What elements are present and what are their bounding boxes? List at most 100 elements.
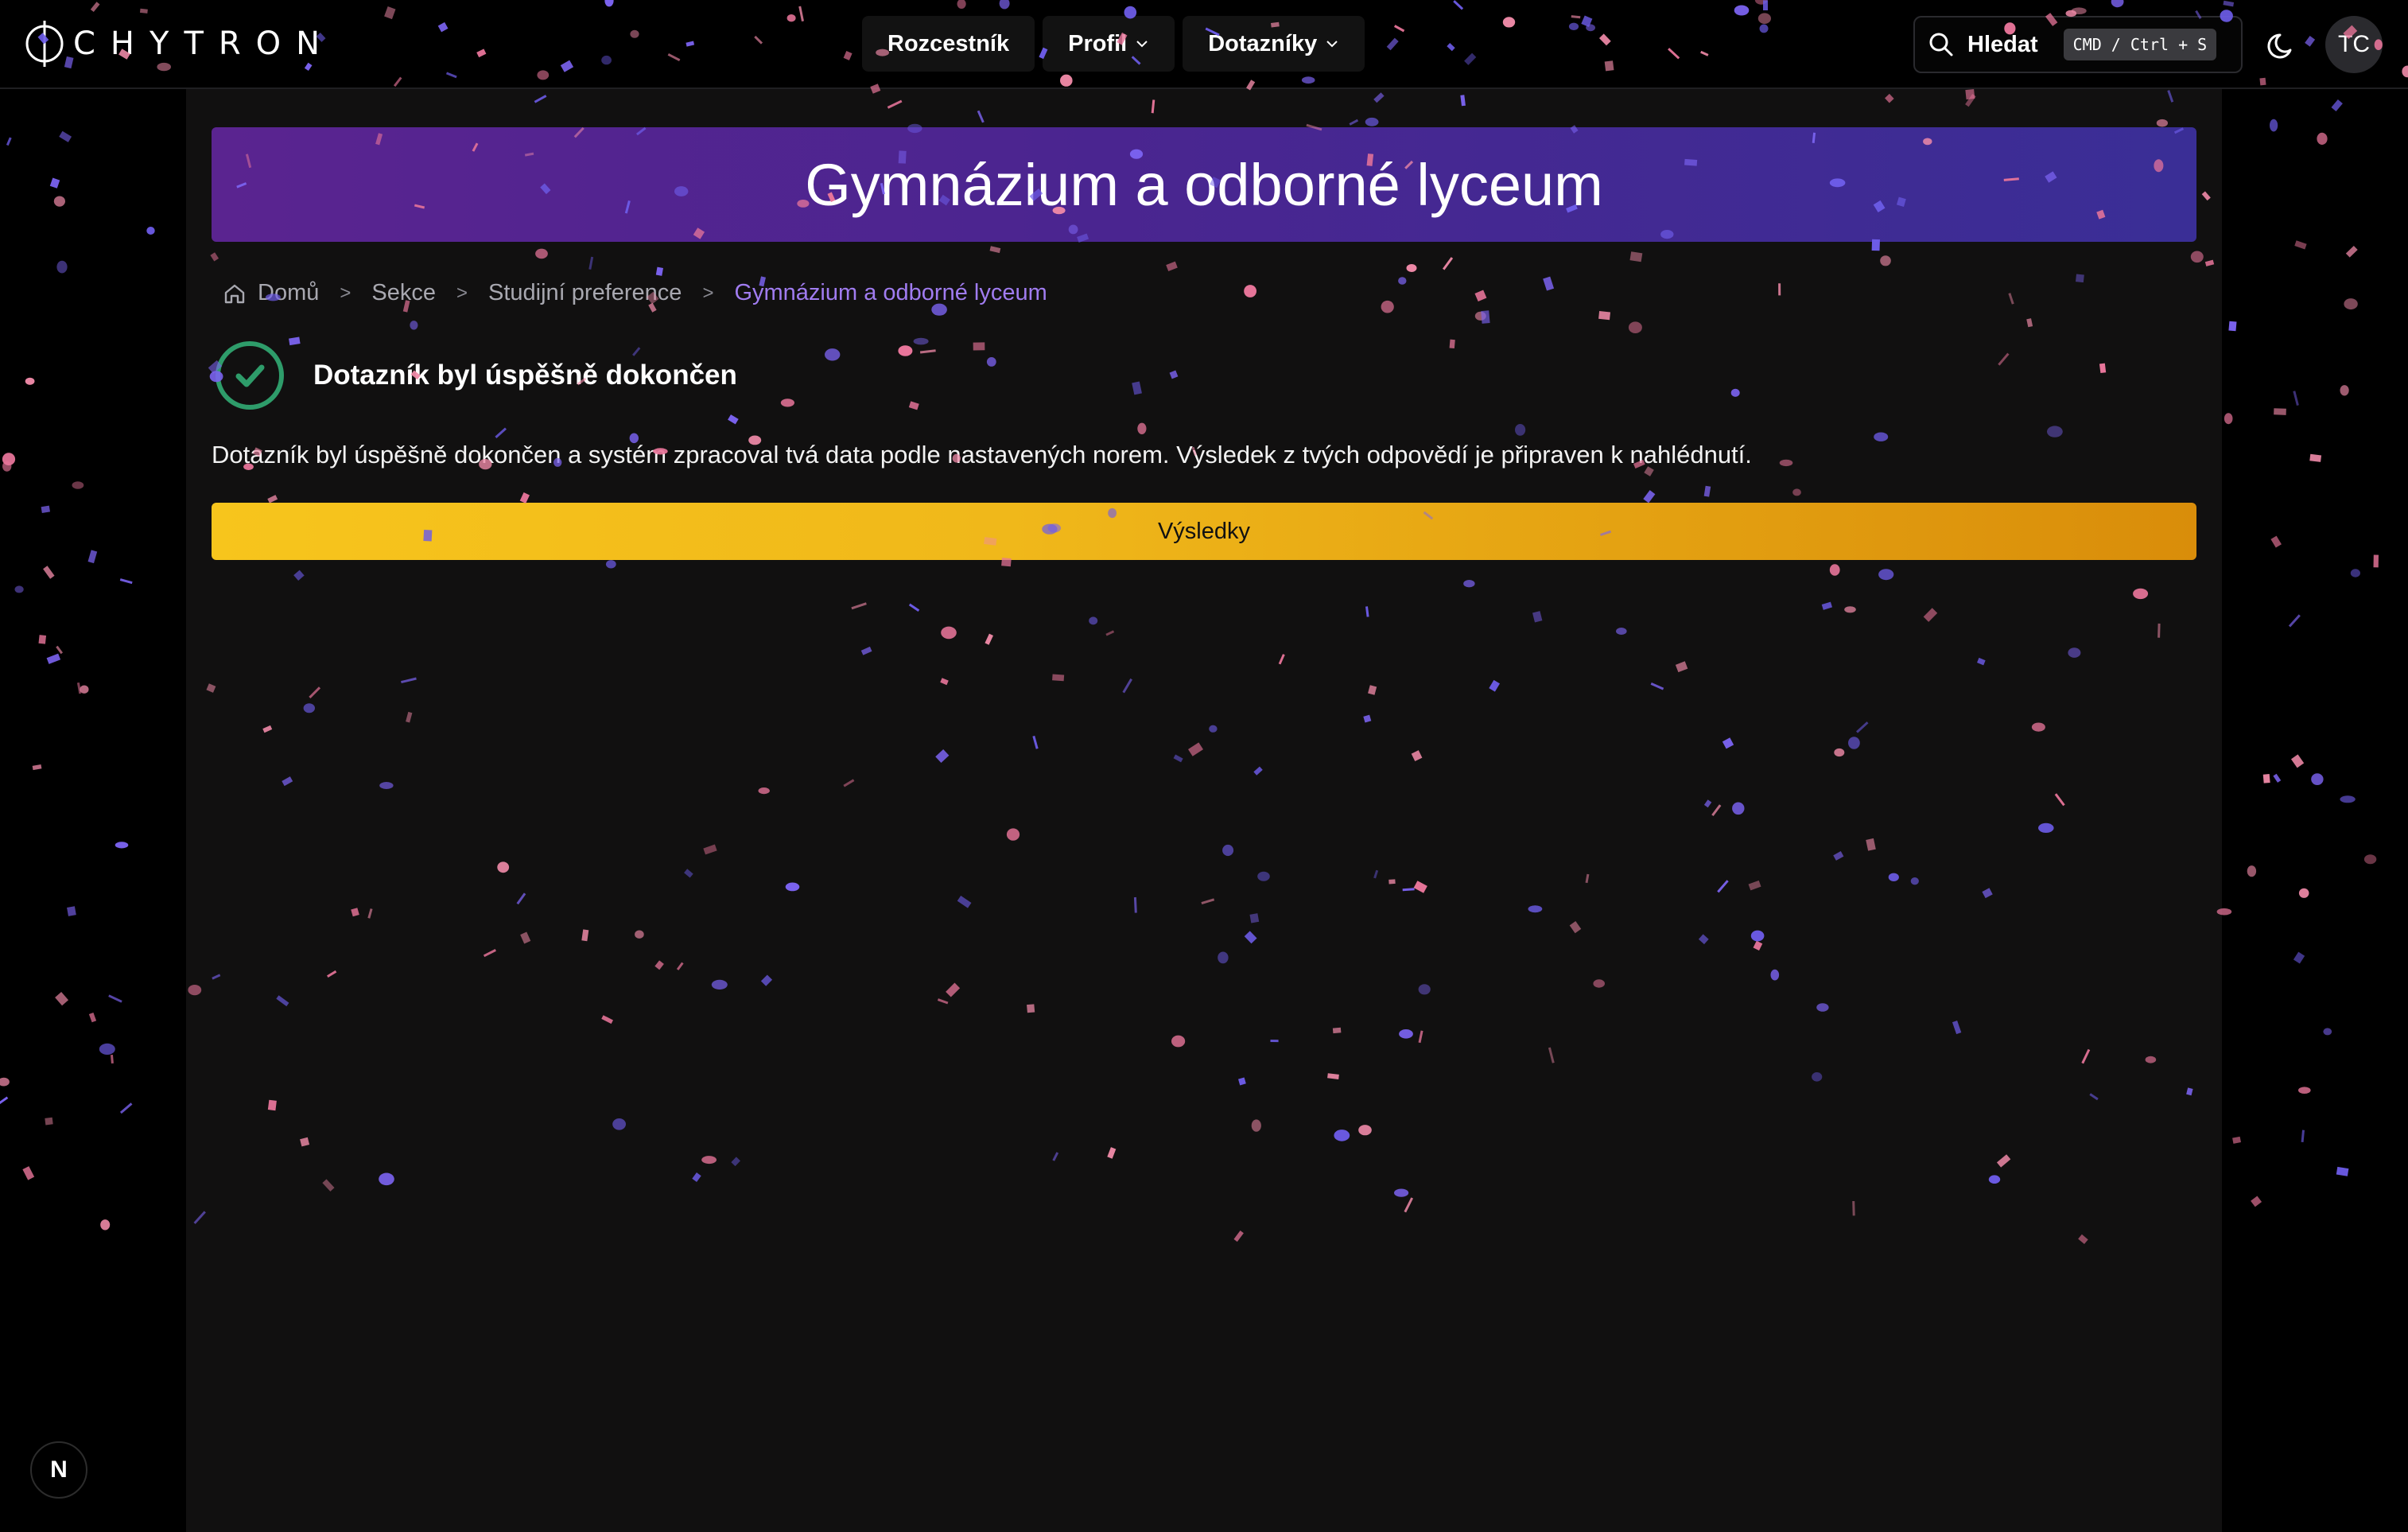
page-banner: Gymnázium a odborné lyceum: [212, 127, 2196, 242]
confetti-piece: [6, 137, 12, 146]
breadcrumb-item-current: Gymnázium a odborné lyceum: [734, 280, 1047, 305]
confetti-piece: [2301, 1130, 2305, 1143]
confetti-piece: [38, 635, 47, 644]
nav-profil[interactable]: Profil: [1043, 16, 1175, 72]
confetti-piece: [99, 1043, 115, 1055]
confetti-piece: [2317, 132, 2328, 145]
status-title: Dotazník byl úspěšně dokončen: [313, 360, 737, 391]
confetti-piece: [2293, 951, 2305, 964]
breadcrumb-item-home[interactable]: Domů: [223, 280, 319, 306]
confetti-piece: [22, 1166, 35, 1180]
search-button[interactable]: Hledat CMD / Ctrl + S: [1913, 16, 2243, 73]
check-circle-icon: [216, 341, 284, 410]
chevron-down-icon: [1136, 41, 1148, 48]
confetti-piece: [2363, 854, 2377, 865]
confetti-piece: [55, 992, 69, 1006]
confetti-piece: [56, 645, 64, 655]
confetti-piece: [0, 1096, 9, 1105]
nav-label: Rozcestník: [887, 30, 1010, 56]
breadcrumb-item-studijni-preference[interactable]: Studijní preference: [488, 280, 682, 306]
confetti-piece: [67, 906, 76, 916]
confetti-piece: [2270, 119, 2278, 132]
chevron-down-icon: [1326, 41, 1338, 48]
confetti-piece: [2274, 408, 2286, 415]
confetti-piece: [25, 377, 35, 385]
logo-text: CHYTRON: [73, 25, 336, 62]
confetti-piece: [2340, 385, 2349, 396]
confetti-piece: [41, 505, 51, 514]
confetti-piece: [2350, 569, 2360, 577]
keyboard-shortcut: CMD / Ctrl + S: [2063, 29, 2217, 60]
confetti-piece: [2311, 773, 2324, 785]
confetti-piece: [2309, 453, 2322, 462]
confetti-piece: [2, 453, 16, 466]
chevron-right-icon: >: [456, 282, 468, 304]
confetti-piece: [2344, 298, 2358, 310]
framework-badge[interactable]: N: [30, 1441, 87, 1499]
confetti-piece: [2323, 1028, 2332, 1036]
confetti-piece: [43, 566, 55, 579]
confetti-piece: [2262, 774, 2270, 783]
page-title: Gymnázium a odborné lyceum: [805, 151, 1603, 218]
chytron-logo-icon: [25, 21, 64, 67]
confetti-piece: [2294, 240, 2307, 250]
nav-rozcestnik[interactable]: Rozcestník: [862, 16, 1035, 72]
confetti-piece: [80, 685, 89, 694]
confetti-piece: [45, 1117, 53, 1126]
top-navigation-bar: CHYTRON Rozcestník Profil Dotazníky Hled…: [0, 0, 2408, 89]
confetti-piece: [2340, 795, 2356, 803]
confetti-piece: [2345, 245, 2358, 258]
confetti-piece: [2273, 773, 2282, 783]
confetti-piece: [2251, 1196, 2262, 1207]
home-icon: [224, 284, 245, 303]
search-icon: [1929, 33, 1953, 56]
confetti-piece: [2224, 413, 2233, 425]
confetti-piece: [119, 578, 133, 585]
confetti-piece: [32, 764, 42, 771]
confetti-piece: [2247, 865, 2257, 877]
logo[interactable]: CHYTRON: [24, 17, 335, 70]
search-label: Hledat: [1967, 31, 2038, 57]
theme-toggle-moon-icon[interactable]: [2266, 29, 2300, 62]
confetti-piece: [2228, 321, 2237, 332]
confetti-piece: [76, 682, 82, 694]
confetti-piece: [146, 227, 155, 235]
confetti-piece: [72, 481, 84, 489]
user-avatar[interactable]: TC: [2325, 16, 2383, 73]
results-button[interactable]: Výsledky: [212, 503, 2196, 560]
breadcrumb-label: Domů: [258, 280, 320, 305]
confetti-piece: [2290, 754, 2305, 768]
confetti-piece: [2298, 888, 2309, 898]
confetti-piece: [2, 461, 12, 472]
confetti-piece: [2232, 1136, 2241, 1144]
confetti-piece: [2373, 554, 2379, 568]
chevron-right-icon: >: [340, 282, 351, 304]
nav-dotazniky[interactable]: Dotazníky: [1183, 16, 1365, 72]
confetti-piece: [53, 196, 65, 207]
confetti-piece: [88, 1013, 97, 1023]
chevron-right-icon: >: [702, 282, 714, 304]
confetti-piece: [56, 260, 68, 274]
confetti-piece: [2298, 1087, 2311, 1094]
confetti-piece: [14, 585, 24, 593]
confetti-piece: [119, 1102, 133, 1114]
nav-label: Profil: [1068, 30, 1128, 56]
confetti-piece: [115, 842, 129, 849]
status-description: Dotazník byl úspěšně dokončen a systém z…: [212, 441, 1752, 469]
confetti-piece: [46, 653, 61, 664]
confetti-piece: [2331, 99, 2343, 112]
confetti-piece: [0, 1077, 10, 1087]
completion-status: Dotazník byl úspěšně dokončen: [213, 339, 737, 412]
nav-label: Dotazníky: [1208, 30, 1318, 56]
confetti-piece: [2270, 535, 2282, 548]
confetti-piece: [87, 550, 98, 564]
confetti-piece: [49, 177, 60, 189]
main-nav: Rozcestník Profil Dotazníky: [862, 16, 1365, 72]
confetti-piece: [2336, 1166, 2349, 1176]
breadcrumb: Domů > Sekce > Studijní preference > Gym…: [223, 280, 1047, 306]
confetti-piece: [2293, 391, 2299, 406]
confetti-piece: [2288, 614, 2301, 628]
confetti-piece: [108, 994, 122, 1003]
breadcrumb-item-sekce[interactable]: Sekce: [371, 280, 436, 306]
confetti-piece: [111, 1054, 114, 1064]
